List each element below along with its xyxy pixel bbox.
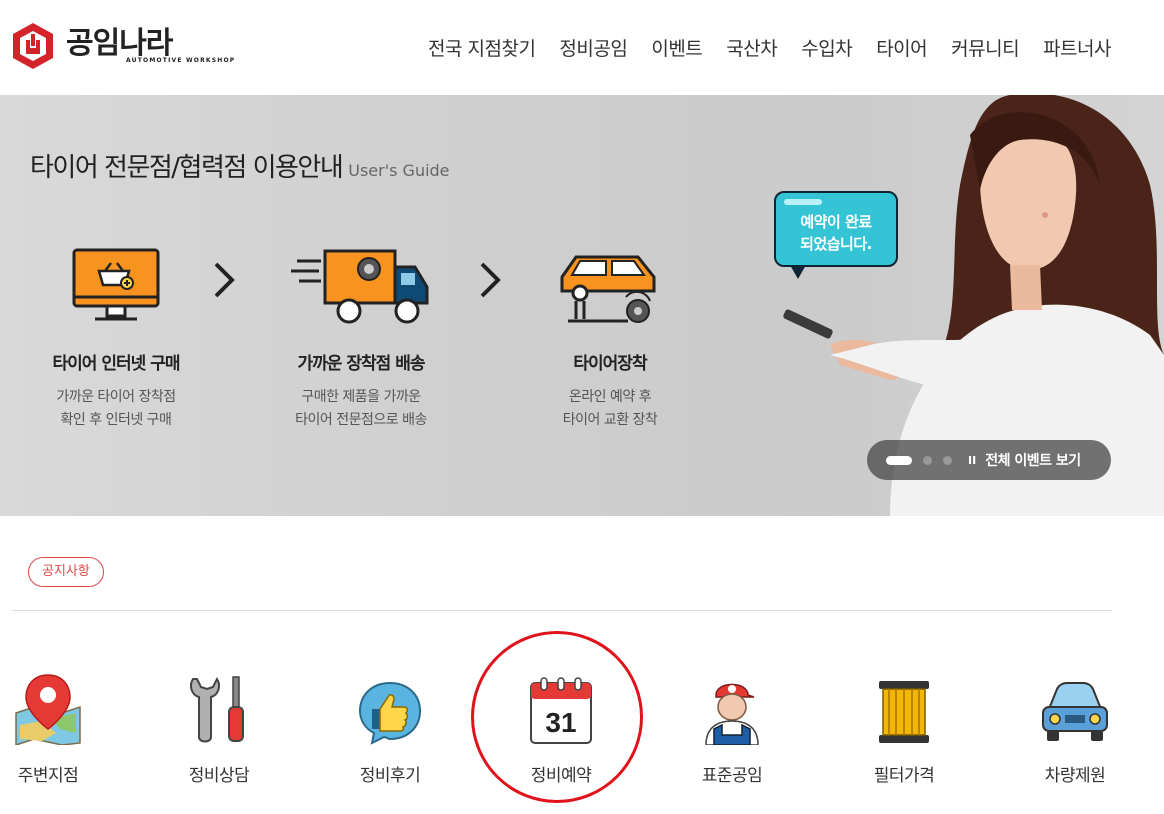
pager-dot[interactable]: [923, 455, 932, 465]
step-title: 타이어장착: [573, 354, 647, 374]
mechanic-icon: [705, 683, 759, 745]
notice-button[interactable]: 공지사항: [28, 557, 104, 587]
bubble-text-line: 예약이 완료: [800, 213, 872, 231]
pager-dot[interactable]: [943, 455, 952, 465]
reservation-complete-bubble: 예약이 완료 되었습니다.: [774, 191, 898, 279]
banner-pager: II 전체 이벤트 보기: [867, 440, 1111, 480]
car-lift-icon: [560, 255, 656, 323]
chevron-right-icon: [480, 262, 501, 298]
step-desc-line: 가까운 타이어 장착점: [56, 389, 176, 405]
quick-menu-label: 필터가격: [873, 766, 935, 786]
guide-step-installation: 타이어장착 온라인 예약 후 타이어 교환 장착: [500, 245, 720, 432]
nav-item-tires[interactable]: 타이어: [876, 34, 927, 61]
delivery-truck-icon: [291, 249, 429, 324]
map-pin-icon: [15, 674, 81, 745]
step-desc-line: 확인 후 인터넷 구매: [60, 412, 172, 428]
step-desc-line: 구매한 제품을 가까운: [301, 389, 421, 405]
wrench-screwdriver-icon: [190, 676, 244, 743]
logo-subtitle: AUTOMOTIVE WORKSHOP: [126, 56, 236, 64]
nav-item-domestic-cars[interactable]: 국산차: [726, 34, 777, 61]
nav-item-imported-cars[interactable]: 수입차: [801, 34, 852, 61]
quick-menu-label: 정비후기: [359, 766, 421, 786]
thumbs-up-icon: [358, 681, 422, 745]
logo-mark-icon: [13, 23, 53, 69]
step-desc-line: 온라인 예약 후: [568, 389, 652, 405]
nav-item-events[interactable]: 이벤트: [651, 34, 702, 61]
guide-step-delivery: 가까운 장착점 배송 구매한 제품을 가까운 타이어 전문점으로 배송: [251, 245, 471, 432]
logo[interactable]: 공임나라 AUTOMOTIVE WORKSHOP: [12, 22, 235, 70]
filter-icon: [879, 681, 929, 743]
section-divider: [12, 610, 1112, 611]
bubble-text-line: 되었습니다.: [800, 235, 872, 253]
quick-menu-filter-price[interactable]: 필터가격: [849, 665, 959, 786]
bubble-highlight: [784, 199, 822, 205]
nav-item-partners[interactable]: 파트너사: [1043, 34, 1111, 61]
banner-subtitle: User's Guide: [348, 161, 450, 180]
nav-item-branch-finder[interactable]: 전국 지점찾기: [428, 34, 536, 61]
banner-title: 타이어 전문점/협력점 이용안내 User's Guide: [30, 147, 450, 184]
all-events-link[interactable]: 전체 이벤트 보기: [985, 450, 1081, 470]
main-nav: 전국 지점찾기 정비공임 이벤트 국산차 수입차 타이어 커뮤니티 파트너사: [404, 34, 1111, 61]
quick-menu-label: 차량제원: [1044, 766, 1106, 786]
chevron-right-icon: [214, 262, 235, 298]
monitor-basket-icon: [72, 248, 160, 321]
quick-menu-label: 주변지점: [17, 766, 79, 786]
car-icon: [1042, 682, 1108, 741]
step-title: 타이어 인터넷 구매: [52, 354, 181, 374]
pager-dot-active[interactable]: [886, 455, 912, 465]
quick-menu-standard-cost[interactable]: 표준공임: [677, 665, 787, 786]
nav-item-community[interactable]: 커뮤니티: [951, 34, 1019, 61]
hero-banner[interactable]: 타이어 전문점/협력점 이용안내 User's Guide 타이어 인터넷 구매 …: [0, 95, 1164, 516]
site-header: 공임나라 AUTOMOTIVE WORKSHOP 전국 지점찾기 정비공임 이벤…: [0, 0, 1164, 95]
quick-menu-vehicle-specs[interactable]: 차량제원: [1020, 665, 1130, 786]
step-desc-line: 타이어 교환 장착: [562, 412, 658, 428]
step-description: 온라인 예약 후 타이어 교환 장착: [500, 386, 720, 432]
logo-name: 공임나라: [66, 25, 173, 61]
step-title: 가까운 장착점 배송: [297, 354, 426, 374]
step-description: 구매한 제품을 가까운 타이어 전문점으로 배송: [251, 386, 471, 432]
step-desc-line: 타이어 전문점으로 배송: [295, 412, 427, 428]
quick-menu-label: 표준공임: [701, 766, 763, 786]
pause-icon[interactable]: II: [968, 454, 976, 467]
quick-menu-label: 정비상담: [188, 766, 250, 786]
quick-menu-consultation[interactable]: 정비상담: [164, 665, 274, 786]
nav-item-labor-cost[interactable]: 정비공임: [559, 34, 627, 61]
highlight-circle: [471, 631, 643, 803]
quick-menu-nearby-branch[interactable]: 주변지점: [0, 665, 103, 786]
step-description: 가까운 타이어 장착점 확인 후 인터넷 구매: [6, 386, 226, 432]
banner-title-text: 타이어 전문점/협력점 이용안내: [30, 153, 344, 183]
guide-step-purchase: 타이어 인터넷 구매 가까운 타이어 장착점 확인 후 인터넷 구매: [6, 245, 226, 432]
quick-menu-reviews[interactable]: 정비후기: [335, 665, 445, 786]
